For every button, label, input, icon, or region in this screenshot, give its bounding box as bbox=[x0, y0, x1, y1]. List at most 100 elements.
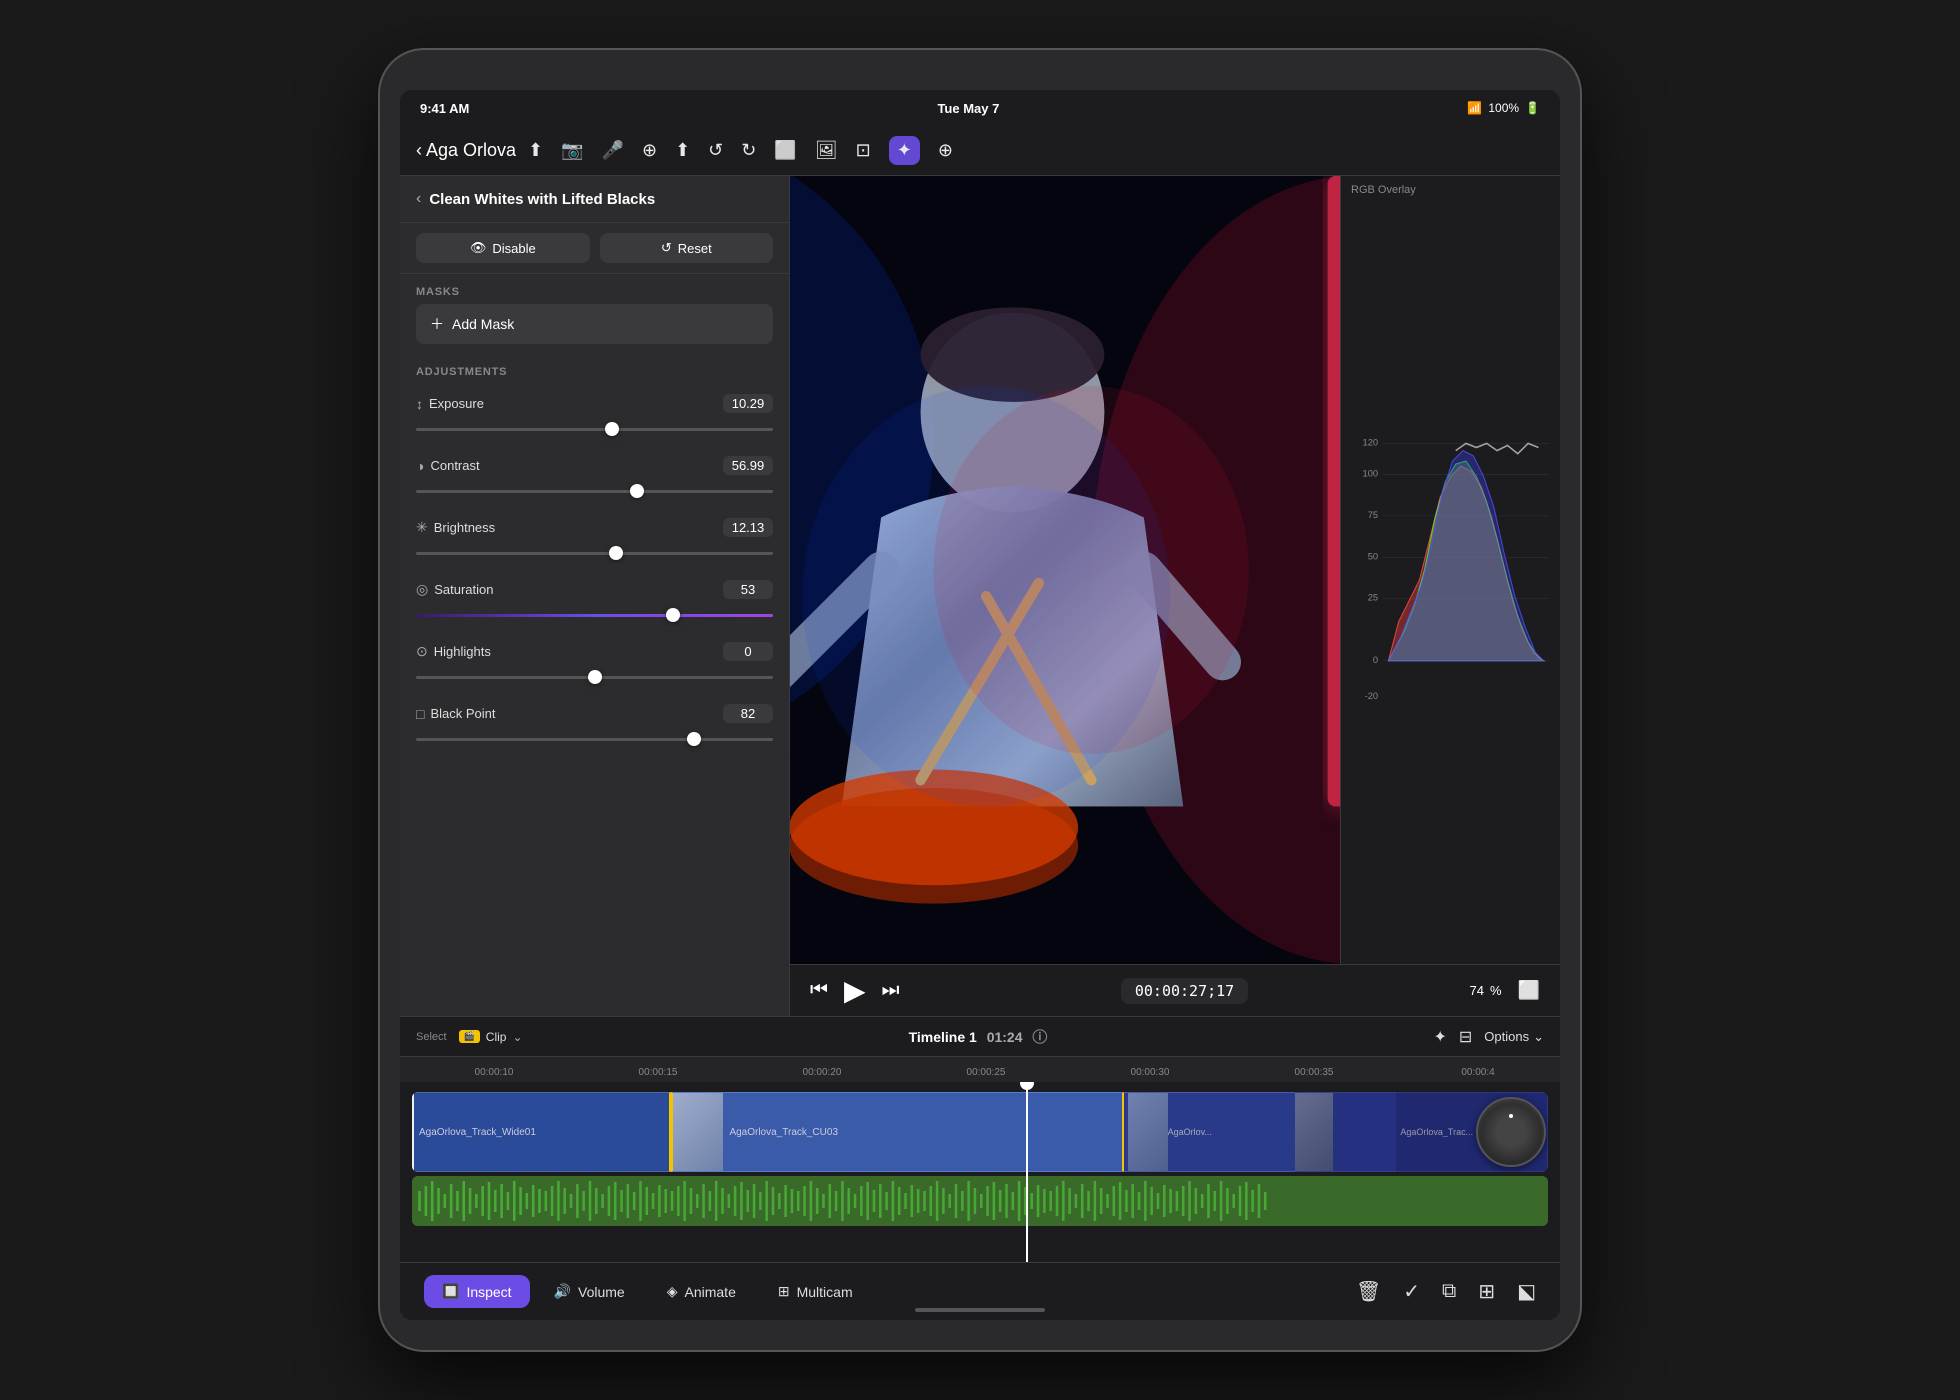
monitor-icon[interactable]: ⬜ bbox=[774, 140, 796, 161]
track-clip-4[interactable] bbox=[1295, 1092, 1397, 1172]
clip-selector[interactable]: 🎬 Clip ⌄ bbox=[459, 1030, 523, 1044]
brightness-slider[interactable] bbox=[416, 543, 773, 563]
clip-1-label: AgaOrlova_Track_Wide01 bbox=[419, 1127, 536, 1138]
location-icon[interactable]: ⊕ bbox=[642, 140, 657, 161]
blackpoint-label: □ Black Point bbox=[416, 706, 496, 722]
disable-button[interactable]: 👁 Disable bbox=[416, 233, 590, 263]
add-mask-button[interactable]: ＋ Add Mask bbox=[416, 304, 773, 344]
audio-track[interactable] bbox=[412, 1176, 1548, 1226]
blackpoint-slider[interactable] bbox=[416, 729, 773, 749]
nav-bar: ‹ Aga Orlova ⬆ 📷 🎤 ⊕ ⬆ ↺ ↻ ⬜ 🖼 ⊡ ✦ ⊕ bbox=[400, 126, 1560, 176]
exposure-thumb[interactable] bbox=[605, 422, 619, 436]
highlights-icon: ⊙ bbox=[416, 643, 428, 660]
tab-animate[interactable]: ◈ Animate bbox=[649, 1275, 754, 1308]
saturation-thumb[interactable] bbox=[666, 608, 680, 622]
playhead[interactable] bbox=[1026, 1082, 1028, 1262]
contrast-slider[interactable] bbox=[416, 481, 773, 501]
battery-icon: 🔋 bbox=[1525, 101, 1540, 115]
timeline-layout-icon[interactable]: ⊟ bbox=[1459, 1027, 1472, 1047]
confirm-button[interactable]: ✓ bbox=[1403, 1279, 1420, 1304]
status-date: Tue May 7 bbox=[937, 101, 999, 116]
video-track[interactable]: AgaOrlova_Track_Wide01 AgaOrlova_Track_C… bbox=[412, 1092, 1548, 1172]
tab-inspect[interactable]: 🔲 Inspect bbox=[424, 1275, 530, 1308]
freeze-button[interactable]: ⬕ bbox=[1517, 1279, 1536, 1304]
nav-icons: ⬆ 📷 🎤 ⊕ ⬆ ↺ ↻ ⬜ 🖼 ⊡ ✦ ⊕ bbox=[528, 136, 953, 165]
brightness-value: 12.13 bbox=[723, 518, 773, 537]
contrast-icon: ◑ bbox=[416, 458, 424, 474]
redo-icon[interactable]: ↻ bbox=[741, 140, 756, 161]
playhead-handle bbox=[1020, 1082, 1034, 1090]
inspect-icon: 🔲 bbox=[442, 1283, 459, 1300]
video-scene-svg bbox=[790, 176, 1340, 964]
ruler-mark-5: 00:00:30 bbox=[1068, 1067, 1232, 1078]
upper-section: ‹ Clean Whites with Lifted Blacks 👁 Disa… bbox=[400, 176, 1560, 1016]
main-content: ‹ Clean Whites with Lifted Blacks 👁 Disa… bbox=[400, 176, 1560, 1320]
info-icon[interactable]: ⓘ bbox=[1032, 1029, 1047, 1046]
crop-button[interactable]: ⧉ bbox=[1442, 1280, 1456, 1303]
animate-icon: ◈ bbox=[667, 1283, 678, 1300]
more-icon[interactable]: ⊕ bbox=[938, 140, 953, 161]
contrast-thumb[interactable] bbox=[630, 484, 644, 498]
highlights-slider[interactable] bbox=[416, 667, 773, 687]
timecode-display: 00:00:27;17 bbox=[1121, 978, 1248, 1004]
inspector-actions: 👁 Disable ↺ Reset bbox=[400, 223, 789, 274]
magic-icon[interactable]: ✦ bbox=[889, 136, 920, 165]
delete-button[interactable]: 🗑 bbox=[1356, 1279, 1381, 1304]
track-clip-3[interactable]: AgaOrlov... bbox=[1124, 1092, 1295, 1172]
options-button[interactable]: Options ⌄ bbox=[1484, 1029, 1544, 1045]
waveform-svg bbox=[412, 1176, 1548, 1226]
status-time: 9:41 AM bbox=[420, 101, 469, 116]
reset-icon: ↺ bbox=[661, 240, 672, 256]
upload-icon[interactable]: ⬆ bbox=[528, 140, 543, 161]
saturation-adjustment: ◎ Saturation 53 bbox=[400, 570, 789, 632]
select-label: Select bbox=[416, 1031, 447, 1043]
track-clip-1[interactable]: AgaOrlova_Track_Wide01 bbox=[412, 1092, 671, 1172]
zoom-control: 74 % bbox=[1470, 983, 1502, 998]
video-histogram-section: RGB Overlay 120 100 75 50 25 0 bbox=[790, 176, 1560, 1016]
forward-button[interactable]: ⏭ bbox=[882, 979, 900, 1002]
exposure-slider[interactable] bbox=[416, 419, 773, 439]
blackpoint-thumb[interactable] bbox=[687, 732, 701, 746]
tab-multicam[interactable]: ⊞ Multicam bbox=[760, 1275, 871, 1308]
timeline-snap-icon[interactable]: ✦ bbox=[1433, 1027, 1446, 1047]
tab-volume[interactable]: 🔊 Volume bbox=[536, 1275, 643, 1308]
ipad-frame: 9:41 AM Tue May 7 📶 100% 🔋 ‹ Aga Orlova … bbox=[380, 50, 1580, 1350]
screen-record-icon[interactable]: ⊡ bbox=[856, 140, 871, 161]
histogram-canvas: 120 100 75 50 25 0 -20 bbox=[1341, 200, 1560, 964]
reset-button[interactable]: ↺ Reset bbox=[600, 233, 774, 263]
video-preview[interactable] bbox=[790, 176, 1340, 964]
highlights-value: 0 bbox=[723, 642, 773, 661]
brightness-thumb[interactable] bbox=[609, 546, 623, 560]
add-mask-icon: ＋ bbox=[430, 314, 444, 334]
timeline-clip-label: Select bbox=[416, 1031, 447, 1043]
ruler-mark-3: 00:00:20 bbox=[740, 1067, 904, 1078]
share-icon[interactable]: ⬆ bbox=[675, 140, 690, 161]
clip-label: Clip bbox=[486, 1030, 507, 1044]
inspector-back-button[interactable]: ‹ bbox=[416, 190, 421, 208]
histogram-label: RGB Overlay bbox=[1341, 176, 1560, 200]
ruler-mark-6: 00:00:35 bbox=[1232, 1067, 1396, 1078]
histogram-panel: RGB Overlay 120 100 75 50 25 0 bbox=[1340, 176, 1560, 964]
highlights-thumb[interactable] bbox=[588, 670, 602, 684]
photo-icon[interactable]: 🖼 bbox=[815, 140, 838, 161]
camera-icon[interactable]: 📷 bbox=[561, 140, 583, 161]
clip-3-thumbnail bbox=[1128, 1093, 1168, 1171]
masks-section-label: MASKS bbox=[400, 274, 789, 304]
ruler-mark-7: 00:00:4 bbox=[1396, 1067, 1560, 1078]
split-button[interactable]: ⊞ bbox=[1478, 1279, 1495, 1304]
rewind-button[interactable]: ⏮ bbox=[810, 979, 828, 1002]
timeline-ruler: 00:00:10 00:00:15 00:00:20 00:00:25 00:0… bbox=[400, 1056, 1560, 1082]
back-button[interactable]: ‹ Aga Orlova bbox=[416, 140, 516, 161]
play-button[interactable]: ▶ bbox=[844, 974, 866, 1007]
multicam-icon: ⊞ bbox=[778, 1283, 790, 1300]
volume-knob[interactable] bbox=[1476, 1097, 1546, 1167]
aspect-ratio-icon[interactable]: ⬜ bbox=[1518, 980, 1540, 1001]
timeline-title: Timeline 1 01:24 ⓘ bbox=[535, 1026, 1422, 1047]
timeline-tracks[interactable]: AgaOrlova_Track_Wide01 AgaOrlova_Track_C… bbox=[400, 1082, 1560, 1262]
bottom-actions: 🗑 ✓ ⧉ ⊞ ⬕ bbox=[1356, 1279, 1536, 1304]
saturation-slider[interactable] bbox=[416, 605, 773, 625]
track-clip-2[interactable]: AgaOrlova_Track_CU03 bbox=[671, 1092, 1123, 1172]
mic-icon[interactable]: 🎤 bbox=[602, 140, 624, 161]
history-icon[interactable]: ↺ bbox=[708, 140, 723, 161]
exposure-icon: ↕ bbox=[416, 396, 423, 412]
